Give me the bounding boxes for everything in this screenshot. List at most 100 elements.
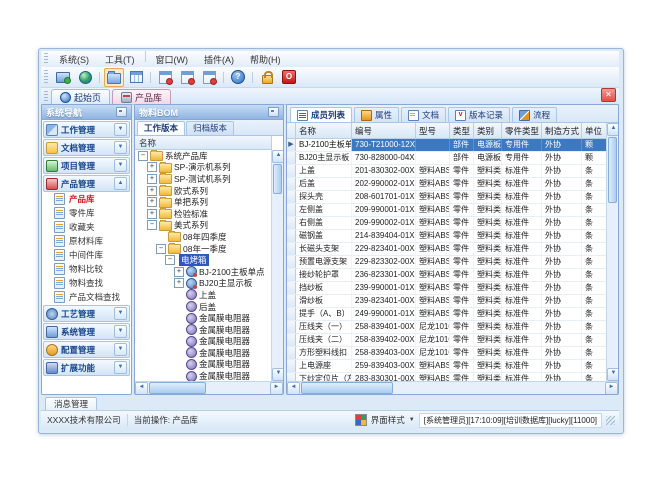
scrollbar-thumb[interactable]	[273, 164, 282, 194]
table-cell[interactable]: 塑料ABS	[416, 308, 450, 320]
table-cell[interactable]: 接纱轮护罩	[296, 269, 352, 281]
table-cell[interactable]: 塑料类	[474, 178, 502, 190]
globe-button[interactable]	[75, 68, 95, 87]
scroll-down-icon[interactable]: ▼	[272, 368, 283, 381]
table-cell[interactable]: 塑料类	[474, 347, 502, 359]
table-cell[interactable]: 259-839403-00X	[352, 360, 416, 372]
table-cell[interactable]: 磁钢盖	[296, 230, 352, 242]
table-cell[interactable]: 标准件	[502, 230, 542, 242]
table-cell[interactable]: 条	[582, 230, 606, 242]
table-cell[interactable]: 229-823302-00X	[352, 256, 416, 268]
table-cell[interactable]: 236-823301-00X	[352, 269, 416, 281]
menu-item-2[interactable]: 工具(T)	[97, 51, 143, 68]
table-cell[interactable]: 229-823401-00X	[352, 243, 416, 255]
tree-node-上盖[interactable]: 上盖	[135, 289, 271, 301]
table-row[interactable]: 滑纱板239-823401-00X塑料ABS零件塑料类标准件外协条	[287, 295, 606, 308]
table-cell[interactable]: 209-990001-01X	[352, 204, 416, 216]
pin-icon[interactable]	[116, 107, 127, 117]
table-cell[interactable]: 上盖	[296, 165, 352, 177]
table-cell[interactable]: 部件	[450, 152, 474, 164]
chevron-down-icon[interactable]: ▼	[114, 159, 127, 172]
table-cell[interactable]: 条	[582, 191, 606, 203]
tree-node-08年四季度[interactable]: 08年四季度	[135, 231, 271, 243]
table-row[interactable]: 左侧盖209-990001-01X塑料ABS零件塑料类标准件外协条	[287, 204, 606, 217]
table-horizontal-scrollbar[interactable]: ◄ ►	[287, 381, 618, 394]
expand-icon[interactable]: +	[147, 197, 157, 207]
table-cell[interactable]: 上电源座	[296, 360, 352, 372]
table-cell[interactable]: 标准件	[502, 269, 542, 281]
table-cell[interactable]: 塑料类	[474, 321, 502, 333]
table-cell[interactable]: 标准件	[502, 373, 542, 381]
table-vertical-scrollbar[interactable]: ▲ ▼	[606, 123, 618, 381]
message-management-tab[interactable]: 消息管理	[45, 397, 97, 410]
chevron-up-icon[interactable]: ▲	[114, 177, 127, 190]
bom-tab-归档版本[interactable]: 归档版本	[186, 121, 234, 135]
table-cell[interactable]: 塑料ABS	[416, 191, 450, 203]
table-cell[interactable]: 塑料ABS	[416, 373, 450, 381]
table-row[interactable]: ▶BJ-2100主板单点730-T21000-12X部件电源板专用件外协颗	[287, 139, 606, 152]
table-cell[interactable]: 塑料类	[474, 230, 502, 242]
table-cell[interactable]: 塑料类	[474, 243, 502, 255]
tree-node-欧式系列[interactable]: +欧式系列	[135, 185, 271, 197]
calendar-new-button[interactable]	[155, 68, 175, 87]
detail-tab-版本记录[interactable]: v版本记录	[448, 107, 510, 122]
collapse-icon[interactable]: −	[165, 255, 175, 265]
tree-node-美式系列[interactable]: −美式系列	[135, 220, 271, 232]
table-cell[interactable]: 塑料ABS	[416, 217, 450, 229]
chevron-down-icon[interactable]: ▼	[114, 141, 127, 154]
table-cell[interactable]: 塑料ABS	[416, 243, 450, 255]
sidebar-item-原材料库[interactable]: 原材料库	[42, 234, 131, 248]
table-cell[interactable]: 标准件	[502, 256, 542, 268]
table-cell[interactable]: 条	[582, 217, 606, 229]
expand-icon[interactable]: +	[174, 278, 184, 288]
sidebar-group-工艺管理[interactable]: 工艺管理▼	[43, 305, 130, 322]
help-button[interactable]: ?	[228, 68, 248, 87]
table-cell[interactable]: 提手（A、B）	[296, 308, 352, 320]
table-cell[interactable]: 283-830301-00X	[352, 373, 416, 381]
table-cell[interactable]: 塑料类	[474, 360, 502, 372]
column-header-单位[interactable]: 单位	[582, 123, 606, 138]
table-cell[interactable]: 塑料类	[474, 165, 502, 177]
table-cell[interactable]: 209-990002-01X	[352, 217, 416, 229]
exit-button[interactable]: O	[279, 68, 299, 87]
bom-tab-工作版本[interactable]: 工作版本	[137, 121, 185, 135]
table-cell[interactable]: 塑料类	[474, 282, 502, 294]
table-cell[interactable]: 塑料类	[474, 308, 502, 320]
table-cell[interactable]: 标准件	[502, 282, 542, 294]
pin-icon[interactable]	[268, 107, 279, 117]
table-cell[interactable]: 塑料类	[474, 334, 502, 346]
table-row[interactable]: 磁钢盖214-839404-01X塑料ABS零件塑料类标准件外协条	[287, 230, 606, 243]
table-row[interactable]: 压线夹（二）258-839402-00X尼龙1010零件塑料类标准件外协条	[287, 334, 606, 347]
table-cell[interactable]: 塑料类	[474, 217, 502, 229]
tree-node-金属膜电阻器[interactable]: 金属膜电阻器	[135, 336, 271, 348]
table-cell[interactable]: 塑料类	[474, 269, 502, 281]
table-cell[interactable]: 条	[582, 308, 606, 320]
table-row[interactable]: 接纱轮护罩236-823301-00X塑料ABS零件塑料类标准件外协条	[287, 269, 606, 282]
scroll-left-icon[interactable]: ◄	[135, 382, 148, 395]
scroll-right-icon[interactable]: ►	[270, 382, 283, 395]
sidebar-item-物料比较[interactable]: 物料比较	[42, 262, 131, 276]
column-header-类别[interactable]: 类别	[474, 123, 502, 138]
table-cell[interactable]: 标准件	[502, 204, 542, 216]
table-cell[interactable]: 外协	[542, 230, 582, 242]
table-cell[interactable]: 条	[582, 243, 606, 255]
collapse-icon[interactable]: −	[138, 151, 148, 161]
tree-node-金属膜电阻器[interactable]: 金属膜电阻器	[135, 324, 271, 336]
scroll-left-icon[interactable]: ◄	[287, 382, 300, 395]
column-header-零件类型[interactable]: 零件类型	[502, 123, 542, 138]
collapse-icon[interactable]: −	[156, 244, 166, 254]
table-cell[interactable]: 外协	[542, 204, 582, 216]
scrollbar-thumb[interactable]	[608, 137, 617, 203]
table-cell[interactable]: 塑料ABS	[416, 295, 450, 307]
table-cell[interactable]: 条	[582, 360, 606, 372]
table-cell[interactable]: 零件	[450, 295, 474, 307]
table-cell[interactable]: BJ-2100主板单点	[296, 139, 352, 151]
chevron-down-icon[interactable]: ▼	[114, 361, 127, 374]
tree-node-后盖[interactable]: 后盖	[135, 301, 271, 313]
table-cell[interactable]: 标准件	[502, 360, 542, 372]
table-cell[interactable]: 标准件	[502, 191, 542, 203]
table-cell[interactable]: 条	[582, 165, 606, 177]
tree-node-08年一季度[interactable]: −08年一季度	[135, 243, 271, 255]
expand-icon[interactable]: +	[147, 209, 157, 219]
table-cell[interactable]: 标准件	[502, 347, 542, 359]
